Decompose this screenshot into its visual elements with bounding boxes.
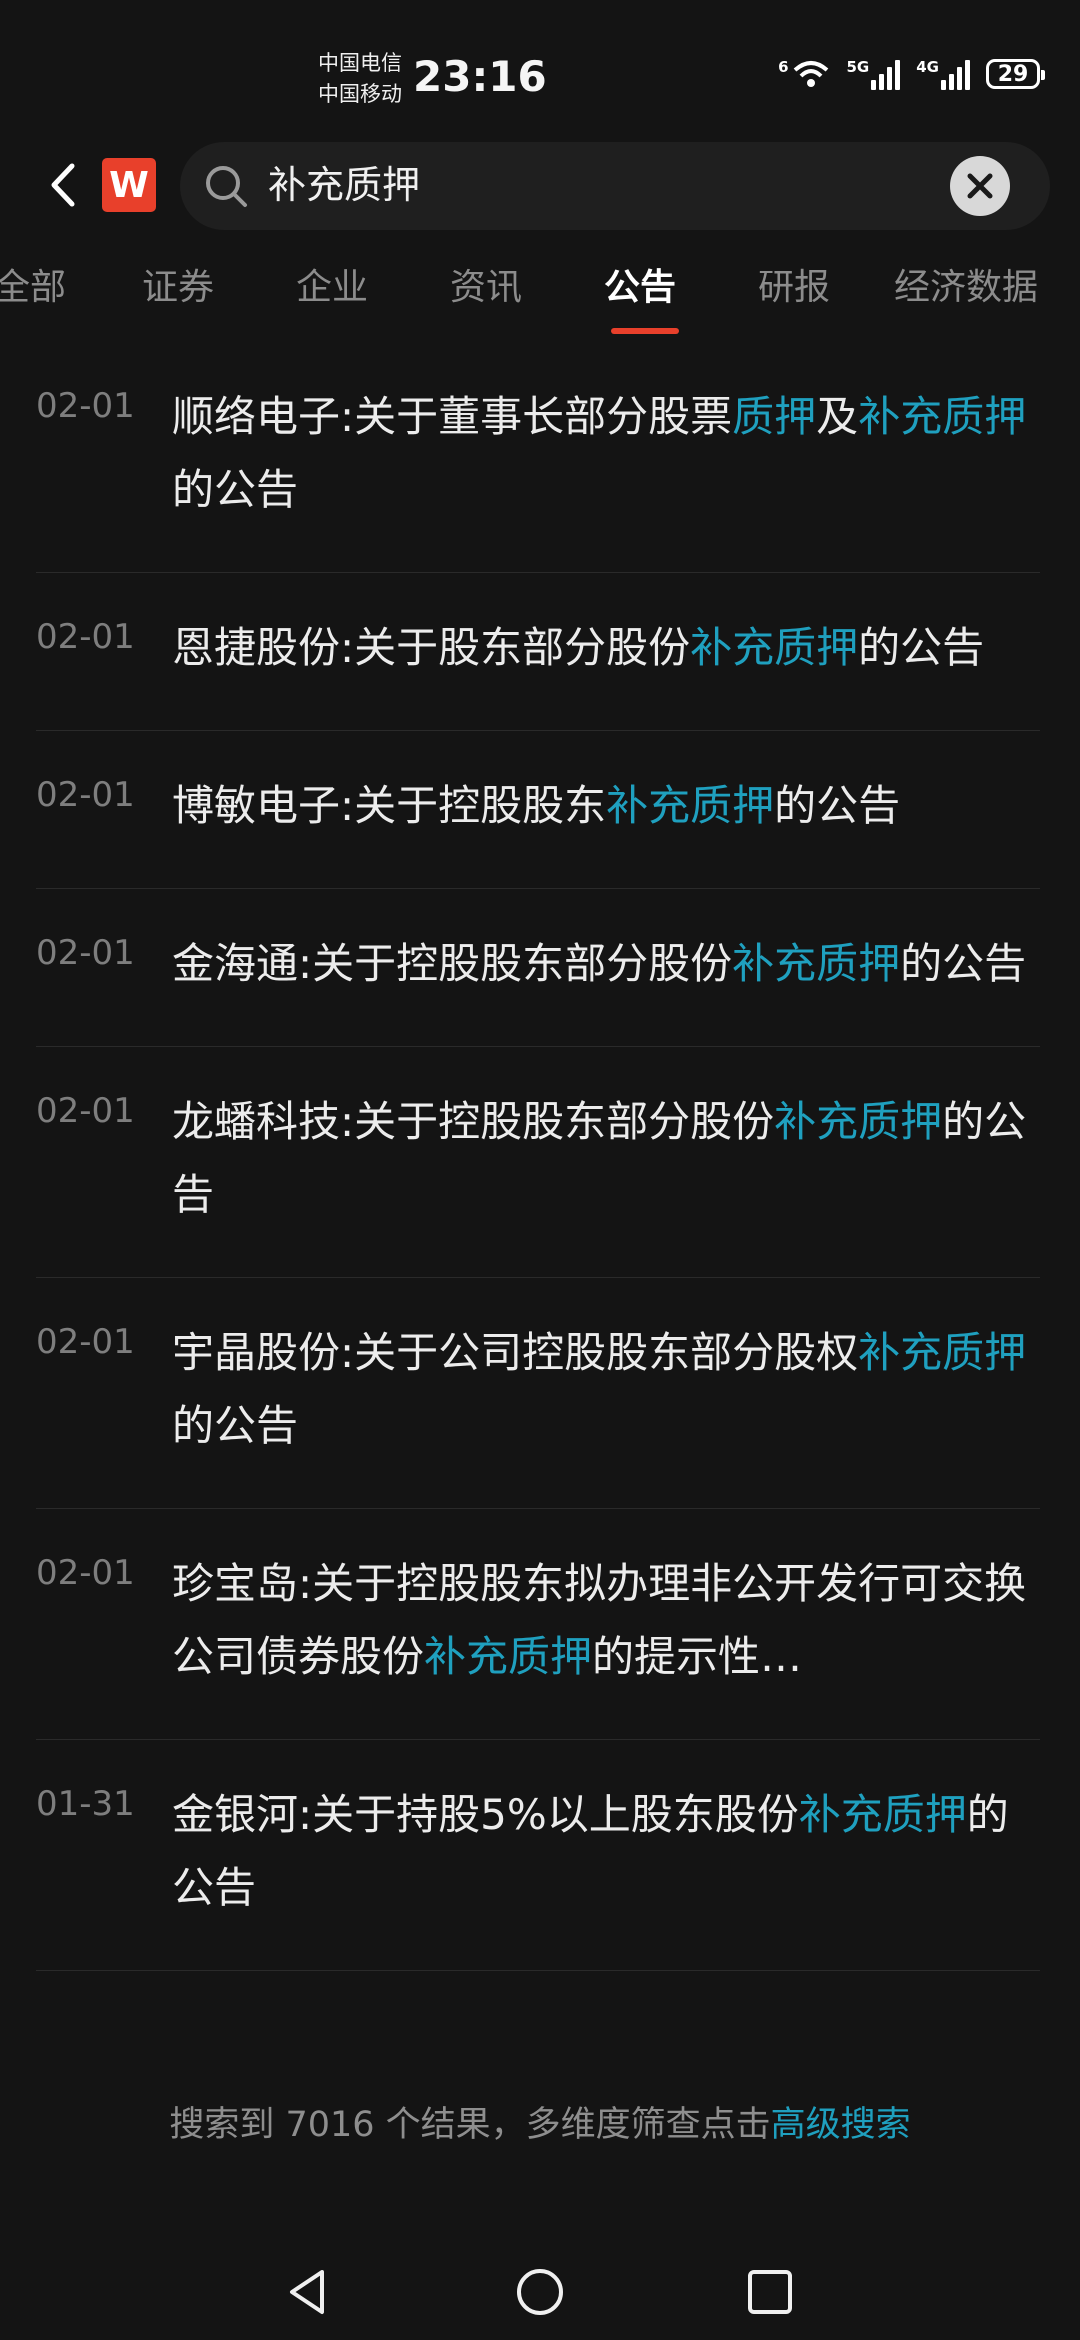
result-count-text: 搜索到 7016 个结果，多维度筛查点击 (169, 2105, 771, 2145)
list-item[interactable]: 02-01 金海通:关于控股股东部分股份补充质押的公告 (36, 889, 1040, 1047)
sim2-tag: 4G (916, 58, 939, 76)
wifi-tag: 6 (778, 58, 789, 76)
search-input[interactable]: 补充质押 (268, 160, 420, 210)
signal-bars-icon (941, 58, 970, 90)
wifi-indicator: 6 (778, 58, 830, 90)
item-date: 02-01 (36, 775, 135, 815)
item-title: 金海通:关于控股股东部分股份补充质押的公告 (172, 939, 1027, 988)
item-date: 01-31 (36, 1784, 135, 1824)
app-logo[interactable]: W (102, 158, 156, 212)
list-item[interactable]: 02-01 博敏电子:关于控股股东补充质押的公告 (36, 731, 1040, 889)
item-title: 恩捷股份:关于股东部分股份补充质押的公告 (172, 623, 985, 672)
carrier-1: 中国电信 (318, 51, 402, 75)
battery-level: 29 (997, 61, 1029, 87)
active-tab-indicator (611, 328, 679, 334)
battery-icon: 29 (986, 59, 1045, 89)
tab-news[interactable]: 资讯 (450, 258, 522, 310)
list-item[interactable]: 02-01 恩捷股份:关于股东部分股份补充质押的公告 (36, 573, 1040, 731)
item-title: 博敏电子:关于控股股东补充质押的公告 (172, 781, 901, 830)
item-date: 02-01 (36, 1322, 135, 1362)
close-icon (967, 173, 993, 199)
item-date: 02-01 (36, 1553, 135, 1593)
nav-home-icon[interactable] (514, 2266, 566, 2318)
sim1-signal: 5G (847, 58, 901, 90)
item-title: 珍宝岛:关于控股股东拟办理非公开发行可交换公司债券股份补充质押的提示性… (172, 1559, 1027, 1681)
status-bar: 中国电信 中国移动 23:16 6 5G 4G 29 (0, 0, 1080, 140)
item-title: 龙蟠科技:关于控股股东部分股份补充质押的公告 (172, 1097, 1027, 1219)
wifi-icon (793, 61, 828, 87)
clock: 23:16 (413, 52, 547, 101)
sim2-signal: 4G (916, 58, 970, 90)
item-title: 顺络电子:关于董事长部分股票质押及补充质押的公告 (172, 392, 1027, 514)
list-item[interactable]: 02-01 龙蟠科技:关于控股股东部分股份补充质押的公告 (36, 1047, 1040, 1278)
list-item[interactable]: 02-01 珍宝岛:关于控股股东拟办理非公开发行可交换公司债券股份补充质押的提示… (36, 1509, 1040, 1740)
advanced-search-link[interactable]: 高级搜索 (771, 2105, 911, 2145)
item-date: 02-01 (36, 933, 135, 973)
back-arrow-icon[interactable] (40, 160, 90, 210)
tab-economic-data[interactable]: 经济数据 (894, 258, 1038, 310)
tab-securities[interactable]: 证券 (142, 258, 214, 310)
tab-companies[interactable]: 企业 (296, 258, 368, 310)
carrier-names: 中国电信 中国移动 (318, 48, 402, 110)
sim1-tag: 5G (846, 58, 870, 76)
item-date: 02-01 (36, 1091, 135, 1131)
nav-back-icon[interactable] (282, 2266, 334, 2318)
item-title: 金银河:关于持股5%以上股东股份补充质押的公告 (172, 1790, 1009, 1912)
search-bar[interactable]: 补充质押 (180, 142, 1050, 230)
tab-research[interactable]: 研报 (758, 258, 830, 310)
signal-bars-icon (871, 58, 901, 90)
category-tabs: 全部 证券 企业 资讯 公告 研报 经济数据 (0, 258, 1080, 338)
clear-search-button[interactable] (950, 156, 1010, 216)
list-item[interactable]: 02-01 顺络电子:关于董事长部分股票质押及补充质押的公告 (36, 342, 1040, 573)
item-date: 02-01 (36, 386, 135, 426)
status-icons: 6 5G 4G 29 (778, 58, 1045, 90)
result-count-footer: 搜索到 7016 个结果，多维度筛查点击高级搜索 (0, 2096, 1080, 2147)
search-icon (206, 166, 247, 207)
item-date: 02-01 (36, 617, 135, 657)
item-title: 宇晶股份:关于公司控股股东部分股权补充质押的公告 (172, 1328, 1027, 1450)
nav-recents-icon[interactable] (744, 2266, 796, 2318)
results-list: 02-01 顺络电子:关于董事长部分股票质押及补充质押的公告 02-01 恩捷股… (0, 342, 1080, 2022)
list-item[interactable]: 01-31 金银河:关于持股5%以上股东股份补充质押的公告 (36, 1740, 1040, 1971)
list-item[interactable]: 02-01 宇晶股份:关于公司控股股东部分股权补充质押的公告 (36, 1278, 1040, 1509)
tab-all[interactable]: 全部 (0, 258, 66, 310)
system-nav-bar (0, 2240, 1080, 2340)
tab-announcements[interactable]: 公告 (604, 258, 676, 310)
carrier-2: 中国移动 (318, 82, 402, 106)
